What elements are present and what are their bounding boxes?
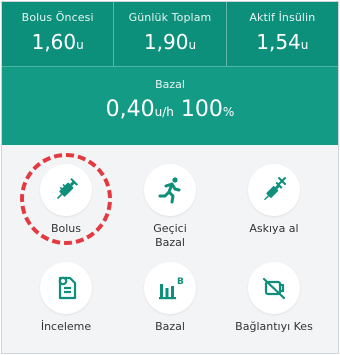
bazal-circle: B <box>144 262 196 314</box>
askiya-al-circle <box>248 164 300 216</box>
basal-number: 0,40 <box>105 97 155 122</box>
askiya-al-button[interactable]: Askıya al <box>218 164 330 236</box>
inceleme-circle <box>40 262 92 314</box>
basal-chart-icon: B <box>159 277 184 300</box>
stat-unit: u <box>76 38 84 52</box>
summary-bar: Bolus Öncesi 1,60u Günlük Toplam 1,90u A… <box>2 2 338 66</box>
stat-label: Aktif İnsülin <box>249 11 316 24</box>
stat-value: 1,60u <box>2 30 113 54</box>
baglantiyi-kes-button[interactable]: Bağlantıyı Kes <box>218 262 330 334</box>
basal-value: 0,40u/h 100% <box>2 97 338 122</box>
stat-value: 1,54u <box>227 30 338 54</box>
gecici-bazal-label: Geçici Bazal <box>153 222 187 249</box>
basal-percent: 100 <box>180 97 223 122</box>
gecici-bazal-circle <box>144 164 196 216</box>
stat-unit: u <box>300 38 309 52</box>
stat-number: 1,60 <box>31 30 77 54</box>
inceleme-button[interactable]: İnceleme <box>10 262 122 334</box>
bazal-label: Bazal <box>155 320 185 333</box>
basal-rate-panel: Bazal 0,40u/h 100% <box>2 66 338 145</box>
report-icon <box>58 276 77 300</box>
stat-number: 1,54 <box>256 30 301 54</box>
syringe-cancel-icon <box>264 177 286 201</box>
svg-text:B: B <box>177 277 184 287</box>
stat-label: Bolus Öncesi <box>21 11 94 24</box>
basal-label: Bazal <box>155 78 185 91</box>
disconnect-icon <box>262 277 286 300</box>
bolus-highlight-ring <box>20 153 112 245</box>
bolus-oncesi-stat: Bolus Öncesi 1,60u <box>2 2 113 66</box>
running-person-icon <box>158 177 181 204</box>
stat-number: 1,90 <box>143 30 189 54</box>
bazal-button[interactable]: B Bazal <box>114 262 226 334</box>
baglantiyi-kes-label: Bağlantıyı Kes <box>235 320 313 333</box>
inceleme-label: İnceleme <box>40 320 92 333</box>
baglantiyi-kes-circle <box>248 262 300 314</box>
gunluk-toplam-stat: Günlük Toplam 1,90u <box>113 2 225 66</box>
basal-unit: u/h <box>154 105 174 119</box>
stat-unit: u <box>188 38 197 52</box>
basal-percent-unit: % <box>222 105 235 119</box>
stat-value: 1,90u <box>114 30 225 54</box>
askiya-al-label: Askıya al <box>249 222 299 235</box>
app-frame: Bolus Öncesi 1,60u Günlük Toplam 1,90u A… <box>1 1 339 354</box>
gecici-bazal-button[interactable]: Geçici Bazal <box>114 164 226 250</box>
stat-label: Günlük Toplam <box>128 11 212 24</box>
aktif-insulin-stat: Aktif İnsülin 1,54u <box>225 2 338 66</box>
